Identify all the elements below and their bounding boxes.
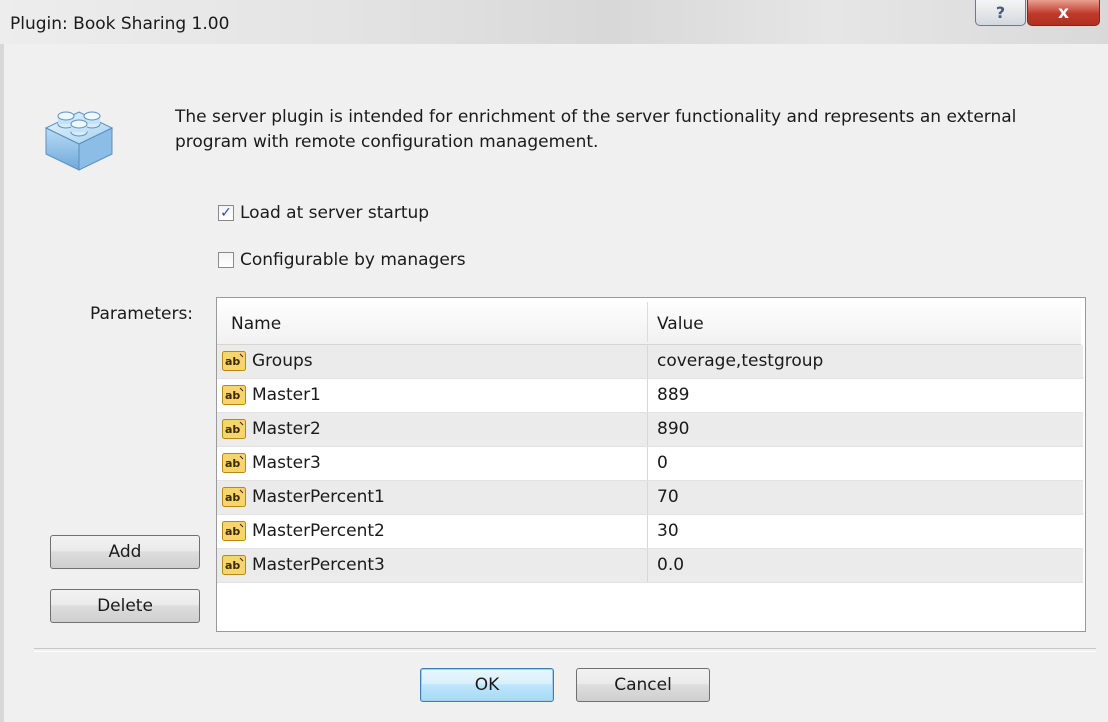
window-edge — [0, 44, 4, 722]
parameters-label: Parameters: — [90, 304, 194, 324]
window-title: Plugin: Book Sharing 1.00 — [10, 14, 230, 34]
ab-string-icon: ab — [222, 453, 246, 473]
ok-button[interactable]: OK — [420, 668, 554, 702]
parameter-value[interactable]: 30 — [657, 521, 679, 541]
parameter-value[interactable]: 0 — [657, 453, 668, 473]
cell-divider — [647, 447, 648, 480]
parameter-name: Master2 — [252, 419, 321, 439]
column-divider[interactable] — [647, 302, 648, 342]
table-row[interactable]: ab MasterPercent3 0.0 — [217, 549, 1083, 583]
ab-string-icon: ab — [222, 555, 246, 575]
load-at-startup-option[interactable]: ✓ Load at server startup — [218, 201, 429, 225]
title-bar[interactable]: Plugin: Book Sharing 1.00 ? x — [0, 0, 1108, 44]
parameter-name: Master1 — [252, 385, 321, 405]
svg-text:ab: ab — [225, 389, 240, 402]
svg-text:ab: ab — [225, 559, 240, 572]
help-button[interactable]: ? — [975, 0, 1026, 26]
table-row[interactable]: ab Groups coverage,testgroup — [217, 345, 1083, 379]
ab-string-icon: ab — [222, 419, 246, 439]
cell-divider — [647, 515, 648, 548]
help-icon: ? — [995, 3, 1006, 22]
parameter-value[interactable]: 70 — [657, 487, 679, 507]
configurable-by-managers-checkbox[interactable] — [218, 252, 234, 268]
load-at-startup-checkbox[interactable]: ✓ — [218, 205, 234, 221]
column-header-name[interactable]: Name — [231, 314, 281, 334]
lego-brick-icon — [44, 111, 114, 171]
table-row[interactable]: ab MasterPercent2 30 — [217, 515, 1083, 549]
footer-divider — [34, 648, 1096, 652]
svg-text:ab: ab — [225, 491, 240, 504]
cell-divider — [647, 379, 648, 412]
parameter-name: MasterPercent1 — [252, 487, 385, 507]
parameter-name: Master3 — [252, 453, 321, 473]
close-button[interactable]: x — [1027, 0, 1100, 26]
configurable-by-managers-option[interactable]: Configurable by managers — [218, 248, 466, 272]
close-icon: x — [1058, 2, 1069, 23]
cell-divider — [647, 549, 648, 582]
ab-string-icon: ab — [222, 487, 246, 507]
table-row[interactable]: ab MasterPercent1 70 — [217, 481, 1083, 515]
plugin-dialog: Plugin: Book Sharing 1.00 ? x The server… — [0, 0, 1108, 722]
table-row[interactable]: ab Master3 0 — [217, 447, 1083, 481]
parameter-name: MasterPercent3 — [252, 555, 385, 575]
svg-text:ab: ab — [225, 525, 240, 538]
ab-string-icon: ab — [222, 385, 246, 405]
svg-text:ab: ab — [225, 423, 240, 436]
table-row[interactable]: ab Master2 890 — [217, 413, 1083, 447]
ab-string-icon: ab — [222, 521, 246, 541]
svg-text:ab: ab — [225, 355, 240, 368]
cancel-button[interactable]: Cancel — [576, 668, 710, 702]
parameter-value[interactable]: coverage,testgroup — [657, 351, 823, 371]
cell-divider — [647, 481, 648, 514]
parameter-value[interactable]: 0.0 — [657, 555, 684, 575]
svg-text:ab: ab — [225, 457, 240, 470]
parameter-value[interactable]: 889 — [657, 385, 689, 405]
configurable-by-managers-label: Configurable by managers — [240, 250, 466, 270]
parameters-grid[interactable]: Name Value ab Groups coverage,testgroup … — [216, 297, 1086, 632]
delete-button[interactable]: Delete — [50, 589, 200, 623]
cell-divider — [647, 413, 648, 446]
grid-header: Name Value — [217, 298, 1081, 345]
ab-string-icon: ab — [222, 351, 246, 371]
table-row[interactable]: ab Master1 889 — [217, 379, 1083, 413]
parameter-name: MasterPercent2 — [252, 521, 385, 541]
load-at-startup-label: Load at server startup — [240, 203, 430, 223]
cell-divider — [647, 345, 648, 378]
add-button[interactable]: Add — [50, 535, 200, 569]
column-header-value[interactable]: Value — [657, 314, 704, 334]
parameter-name: Groups — [252, 351, 313, 371]
parameter-value[interactable]: 890 — [657, 419, 689, 439]
plugin-description: The server plugin is intended for enrich… — [175, 107, 1017, 152]
